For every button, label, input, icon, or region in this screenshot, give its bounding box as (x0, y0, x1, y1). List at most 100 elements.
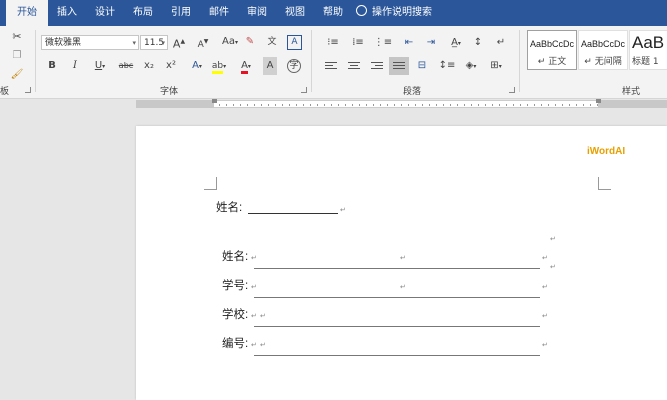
clear-formatting-icon[interactable]: ✎ (243, 33, 257, 51)
tab-insert[interactable]: 插入 (50, 0, 84, 26)
field-label-school: 学校: (222, 309, 249, 321)
chinese-layout-button[interactable]: A̲▾ (447, 34, 465, 52)
strikethrough-button[interactable]: abc (117, 57, 135, 75)
lightbulb-icon (356, 5, 367, 16)
phonetic-guide-button[interactable]: 文 (265, 33, 279, 51)
field-line-number[interactable] (254, 355, 540, 356)
style-heading-1[interactable]: AaB 标题 1 (629, 30, 667, 70)
shrink-font-button[interactable]: A▼ (196, 33, 210, 51)
tell-me-search[interactable]: 操作说明搜索 (356, 0, 432, 26)
highlight-button[interactable]: ab▾ (209, 57, 229, 75)
align-left-button[interactable] (322, 57, 340, 75)
cell-mark: ↵ (542, 341, 548, 349)
italic-button[interactable]: I (68, 57, 82, 75)
style-name: 标题 1 (632, 57, 659, 67)
document-page[interactable]: iWordAI 姓名: ↵ ↵ 姓名: ↵ ↵ ↵ ↵ 学号: ↵ ↵ ↵ 学校… (136, 126, 667, 400)
ribbon: ✂ ❐ 🖌 板 微软雅黑 ▾ 11.5 ▾ A▲ A▼ Aa▾ ✎ 文 A B I … (0, 26, 667, 99)
style-preview: AaBbCcDc (529, 39, 574, 49)
justify-icon (393, 62, 405, 71)
bullets-button[interactable]: ⁝≡ (322, 34, 344, 52)
cell-mark: ↵ (542, 283, 548, 291)
style-preview: AaB (632, 33, 665, 52)
cell-mark: ↵ (400, 283, 406, 291)
style-name: ↵ 正文 (537, 57, 567, 67)
enclose-characters-button[interactable]: 字 (286, 57, 302, 75)
cell-mark: ↵ (400, 254, 406, 262)
align-left-icon (325, 62, 337, 71)
align-right-button[interactable] (368, 57, 386, 75)
field-line-student-id[interactable] (254, 297, 540, 298)
style-no-spacing[interactable]: AaBbCcDc ↵ 无间隔 (578, 30, 628, 70)
cell-mark: ↵ (251, 283, 257, 291)
ribbon-tab-bar: 开始 插入 设计 布局 引用 邮件 审阅 视图 帮助 操作说明搜索 (0, 0, 667, 26)
top-name-label: 姓名: (216, 202, 243, 214)
field-line-name[interactable] (254, 268, 540, 269)
cell-mark: ↵ (251, 312, 257, 320)
font-name-combo[interactable]: 微软雅黑 ▾ (41, 35, 139, 50)
top-name-underline[interactable] (248, 213, 338, 214)
field-label-student-id: 学号: (222, 280, 249, 292)
font-launcher-icon[interactable] (301, 87, 307, 93)
paragraph-mark-icon: ↵ (496, 37, 506, 48)
shading-button[interactable]: ◈▾ (461, 57, 481, 75)
tab-references[interactable]: 引用 (164, 0, 198, 26)
justify-button[interactable] (389, 57, 409, 75)
cell-mark: ↵ (251, 254, 257, 262)
font-size-combo[interactable]: 11.5 ▾ (140, 35, 168, 50)
cell-mark: ↵ (260, 312, 266, 320)
field-line-school[interactable] (254, 326, 540, 327)
paragraph-launcher-icon[interactable] (509, 87, 515, 93)
cell-mark: ↵ (542, 312, 548, 320)
horizontal-ruler[interactable] (0, 99, 667, 109)
subscript-button[interactable]: x₂ (141, 57, 157, 75)
tab-design[interactable]: 设计 (88, 0, 122, 26)
tab-view[interactable]: 视图 (278, 0, 312, 26)
sort-button[interactable]: ↕ (471, 34, 485, 52)
character-shading-button[interactable]: A (263, 57, 277, 75)
align-center-button[interactable] (345, 57, 363, 75)
tab-review[interactable]: 审阅 (240, 0, 274, 26)
numbering-button[interactable]: ⁞≡ (347, 34, 369, 52)
right-indent-marker[interactable] (596, 99, 601, 103)
row-end-mark: ↵ (550, 263, 556, 271)
style-normal[interactable]: AaBbCcDc ↵ 正文 (527, 30, 577, 70)
tab-home[interactable]: 开始 (6, 0, 48, 26)
multilevel-list-button[interactable]: ⋮≡ (372, 34, 394, 52)
show-marks-button[interactable]: ↵ (494, 34, 508, 52)
field-label-name: 姓名: (222, 251, 249, 263)
tab-layout[interactable]: 布局 (126, 0, 160, 26)
borders-button[interactable]: ⊞▾ (486, 57, 506, 75)
italic-icon: I (73, 60, 77, 71)
divider (519, 30, 520, 92)
group-label-clipboard: 板 (0, 87, 10, 97)
tab-help[interactable]: 帮助 (316, 0, 350, 26)
indent-marker[interactable] (212, 99, 217, 103)
align-center-icon (348, 62, 360, 71)
increase-indent-button[interactable]: ⇥ (423, 34, 439, 52)
clipboard-launcher-icon[interactable] (25, 87, 31, 93)
cut-icon[interactable]: ✂ (10, 28, 24, 46)
font-color-button[interactable]: A▾ (236, 57, 256, 75)
font-name-value: 微软雅黑 (45, 38, 82, 48)
distribute-button[interactable]: ⊟ (413, 57, 431, 75)
tell-me-label: 操作说明搜索 (372, 7, 432, 18)
align-right-icon (371, 62, 383, 71)
underline-button[interactable]: U▾ (90, 57, 110, 75)
text-effects-icon: A (192, 60, 199, 71)
line-spacing-button[interactable]: ↕≡ (436, 57, 458, 75)
grow-font-button[interactable]: A▲ (172, 33, 186, 51)
format-painter-icon[interactable]: 🖌 (10, 66, 24, 84)
decrease-indent-button[interactable]: ⇤ (401, 34, 417, 52)
line-spacing-icon: ↕≡ (438, 60, 456, 71)
character-border-button[interactable]: A (287, 35, 302, 50)
tab-mailings[interactable]: 邮件 (202, 0, 236, 26)
highlight-icon: ab (211, 61, 224, 74)
superscript-button[interactable]: x² (163, 57, 179, 75)
change-case-button[interactable]: Aa▾ (219, 33, 241, 51)
copy-icon[interactable]: ❐ (10, 47, 24, 65)
cell-mark: ↵ (260, 341, 266, 349)
brand-watermark: iWordAI (587, 146, 626, 157)
bold-button[interactable]: B (45, 57, 59, 75)
text-effects-button[interactable]: A▾ (188, 57, 206, 75)
divider (311, 30, 312, 92)
